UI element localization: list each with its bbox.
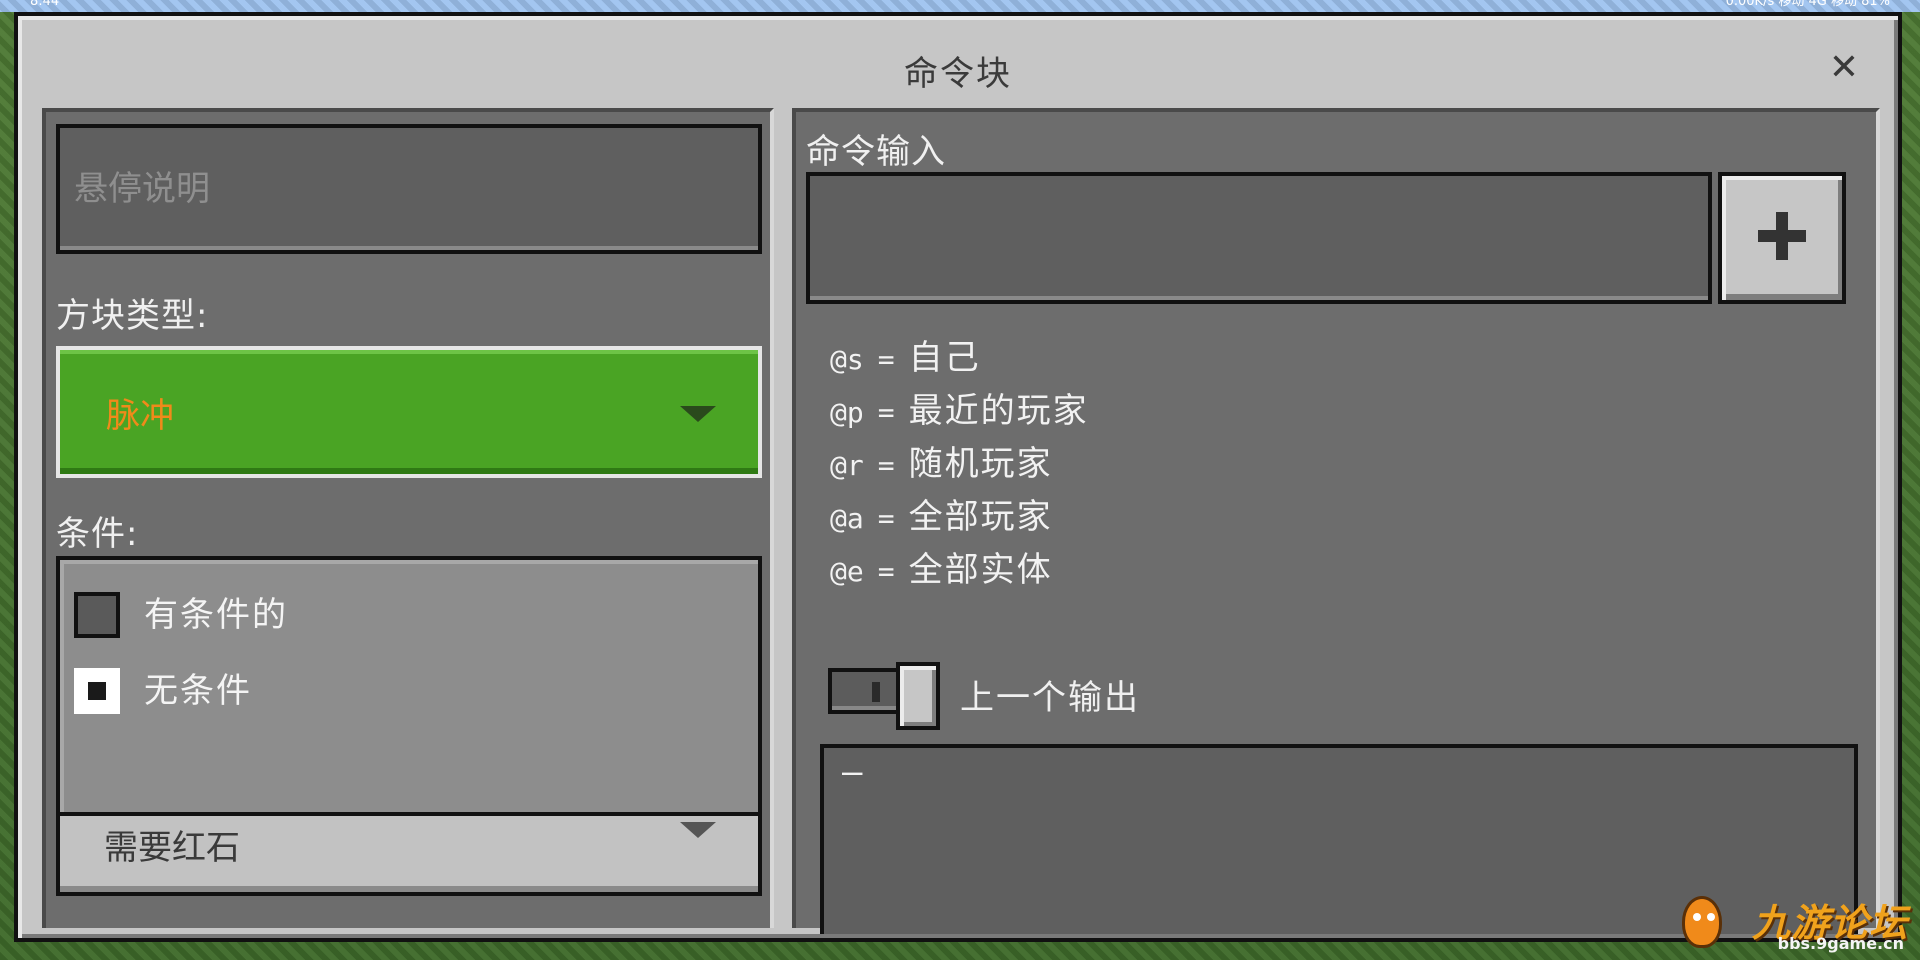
selector-help-list: @s = 自己 @p = 最近的玩家 @r = 随机玩家 @a = 全部玩家 @e = 全部实体 xyxy=(830,330,1089,595)
hover-note-input[interactable] xyxy=(60,128,758,250)
redstone-dropdown[interactable]: 需要红石 xyxy=(56,816,762,896)
watermark-url: bbs.9game.cn xyxy=(1777,934,1904,953)
chevron-down-icon xyxy=(680,822,716,838)
redstone-value: 需要红石 xyxy=(104,828,240,868)
block-type-dropdown[interactable]: 脉冲 xyxy=(56,346,762,478)
selector-row: @r = 随机玩家 xyxy=(830,444,1053,484)
command-input-field[interactable] xyxy=(806,172,1712,304)
selector-row: @p = 最近的玩家 xyxy=(830,391,1089,431)
checkbox-conditional[interactable] xyxy=(74,592,120,638)
command-input[interactable] xyxy=(810,176,1708,300)
toggle-knob[interactable] xyxy=(896,662,940,730)
close-icon[interactable]: ✕ xyxy=(1824,48,1864,88)
dialog-title: 命令块 xyxy=(904,54,1012,94)
add-command-button[interactable] xyxy=(1718,172,1846,304)
condition-option-unconditional[interactable]: 无条件 xyxy=(74,668,674,714)
block-type-label: 方块类型: xyxy=(56,296,209,336)
condition-label: 条件: xyxy=(56,514,139,554)
chevron-down-icon xyxy=(680,406,716,422)
command-block-dialog: 命令块 ✕ 方块类型: 脉冲 条件: 需要红石 有条件的 无条件 xyxy=(14,12,1902,942)
condition-options-list: 有条件的 无条件 xyxy=(56,556,762,816)
condition-option-label: 有条件的 xyxy=(144,595,288,635)
previous-output-text: – xyxy=(842,752,863,792)
selector-row: @e = 全部实体 xyxy=(830,550,1053,590)
hover-note-field[interactable] xyxy=(56,124,762,254)
previous-output-label: 上一个输出 xyxy=(960,678,1140,718)
previous-output-toggle[interactable] xyxy=(828,662,940,730)
status-time: 8:44 xyxy=(30,0,60,9)
mascot-logo-icon xyxy=(1682,896,1722,948)
checkbox-unconditional[interactable] xyxy=(74,668,120,714)
status-bar: 8:44 0.00K/s 移动 4G 移动 81% xyxy=(0,0,1920,12)
left-settings-panel: 方块类型: 脉冲 条件: 需要红石 有条件的 无条件 xyxy=(42,108,774,928)
selector-row: @a = 全部玩家 xyxy=(830,497,1053,537)
selector-row: @s = 自己 xyxy=(830,338,981,378)
block-type-value: 脉冲 xyxy=(106,396,174,436)
command-input-label: 命令输入 xyxy=(806,132,946,172)
condition-option-label: 无条件 xyxy=(144,671,252,711)
status-right: 0.00K/s 移动 4G 移动 81% xyxy=(1725,0,1890,9)
condition-option-conditional[interactable]: 有条件的 xyxy=(74,592,674,638)
right-command-panel: 命令输入 @s = 自己 @p = 最近的玩家 @r = 随机玩家 @a = 全部玩家 @e = 全… xyxy=(792,108,1880,934)
site-watermark: 九游论坛 bbs.9game.cn xyxy=(1678,892,1908,954)
